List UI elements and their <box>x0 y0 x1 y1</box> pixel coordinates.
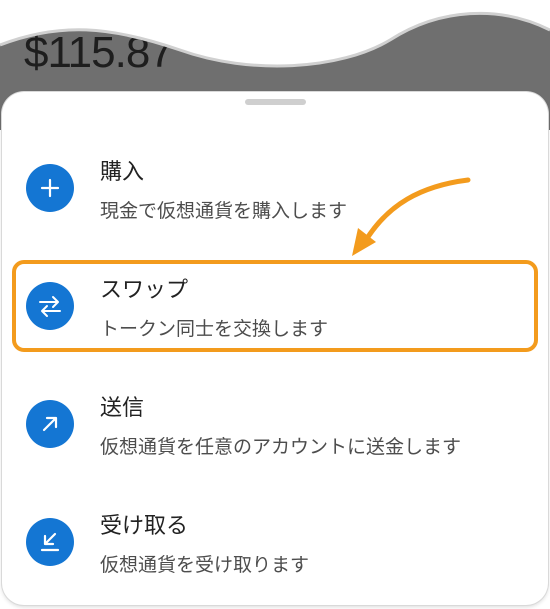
menu-item-description: 現金で仮想通貨を購入します <box>100 200 348 222</box>
menu-item-swap[interactable]: スワップ トークン同士を交換します <box>2 268 548 364</box>
swap-arrows-icon <box>26 282 74 330</box>
plus-icon <box>26 164 74 212</box>
menu-item-description: 仮想通貨を受け取ります <box>100 554 310 576</box>
actions-bottom-sheet: 購入 現金で仮想通貨を購入します スワップ トークン同士を交換します 送信 仮想… <box>2 92 548 605</box>
menu-item-receive[interactable]: 受け取る 仮想通貨を受け取ります <box>2 504 548 600</box>
menu-item-title: 受け取る <box>100 514 189 539</box>
menu-item-send[interactable]: 送信 仮想通貨を任意のアカウントに送金します <box>2 386 548 482</box>
menu-item-title: 購入 <box>100 160 145 185</box>
torn-edge-overlay <box>0 0 550 68</box>
menu-item-title: 送信 <box>100 396 145 421</box>
menu-item-buy[interactable]: 購入 現金で仮想通貨を購入します <box>2 150 548 246</box>
menu-item-description: トークン同士を交換します <box>100 318 329 340</box>
sheet-drag-handle[interactable] <box>245 99 306 105</box>
arrow-down-left-tray-icon <box>26 518 74 566</box>
arrow-up-right-icon <box>26 400 74 448</box>
menu-item-title: スワップ <box>100 278 189 303</box>
menu-item-description: 仮想通貨を任意のアカウントに送金します <box>100 436 462 458</box>
